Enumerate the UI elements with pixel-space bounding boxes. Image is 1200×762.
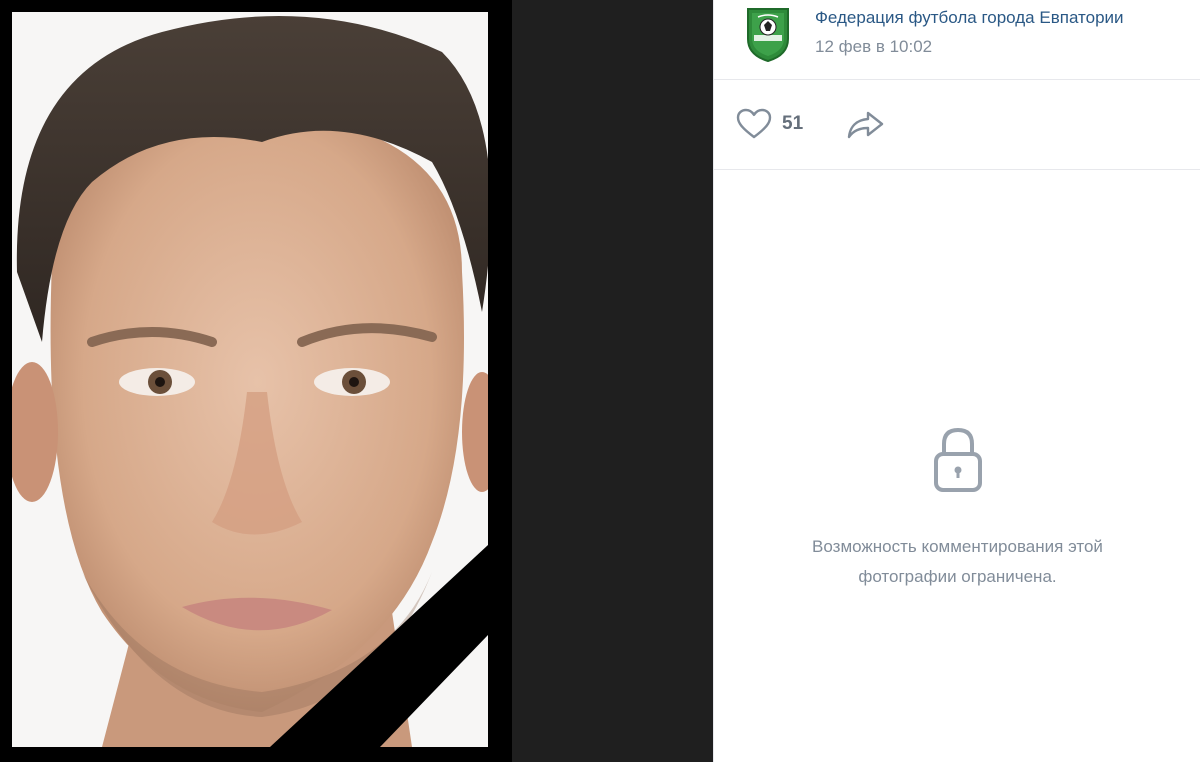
- like-button[interactable]: 51: [736, 107, 816, 141]
- like-count: 51: [782, 113, 804, 134]
- post-author-link[interactable]: Федерация футбола города Евпатории: [815, 7, 1195, 29]
- post-date[interactable]: 12 фев в 10:02: [815, 36, 932, 58]
- photo-frame: [0, 0, 512, 762]
- memorial-photo[interactable]: [12, 12, 488, 747]
- photo-viewer: [0, 0, 713, 762]
- restricted-message: Возможность комментирования этой фотогра…: [812, 537, 1103, 586]
- post-side-panel: Федерация футбола города Евпатории 12 фе…: [713, 0, 1200, 762]
- comments-restricted-notice: Возможность комментирования этой фотогра…: [714, 420, 1200, 592]
- group-avatar[interactable]: [744, 5, 792, 63]
- share-arrow-icon: [847, 111, 884, 139]
- post-header: Федерация футбола города Евпатории 12 фе…: [714, 0, 1200, 80]
- share-button[interactable]: [846, 107, 886, 141]
- post-actions-bar: 51: [714, 80, 1200, 170]
- heart-icon: [736, 108, 772, 139]
- lock-icon: [933, 427, 982, 492]
